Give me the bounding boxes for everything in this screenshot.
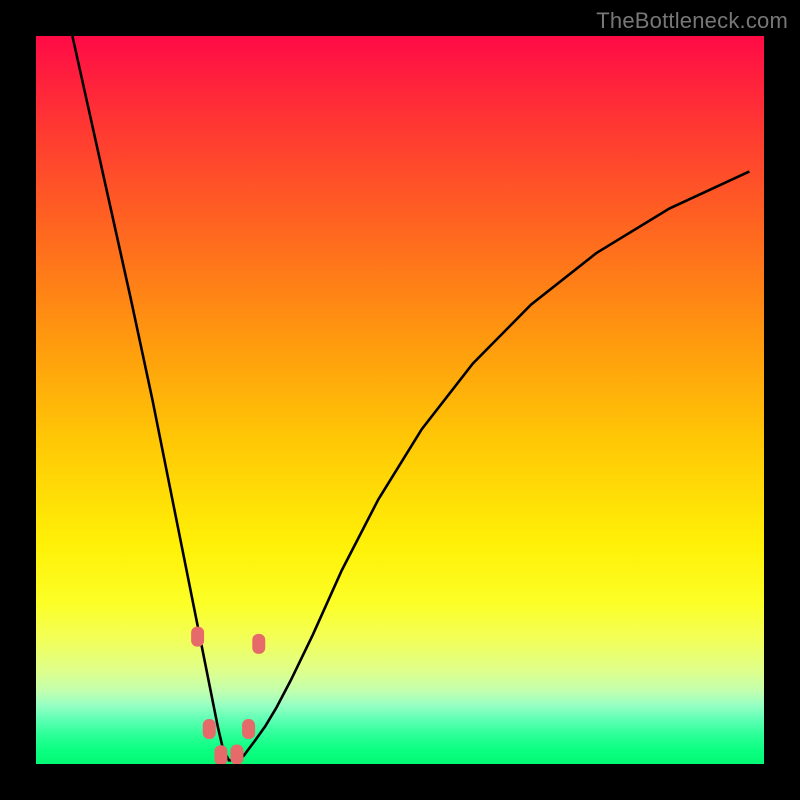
curve-marker: [230, 745, 243, 764]
chart-area: [36, 36, 764, 764]
watermark-text: TheBottleneck.com: [596, 8, 788, 34]
curve-marker: [203, 719, 216, 739]
curve-marker: [252, 634, 265, 654]
curve-marker: [242, 719, 255, 739]
screenshot-frame: TheBottleneck.com: [0, 0, 800, 800]
curve-marker: [214, 745, 227, 764]
curve-line: [72, 36, 749, 760]
curve-marker: [191, 627, 204, 647]
chart-svg: [36, 36, 764, 764]
